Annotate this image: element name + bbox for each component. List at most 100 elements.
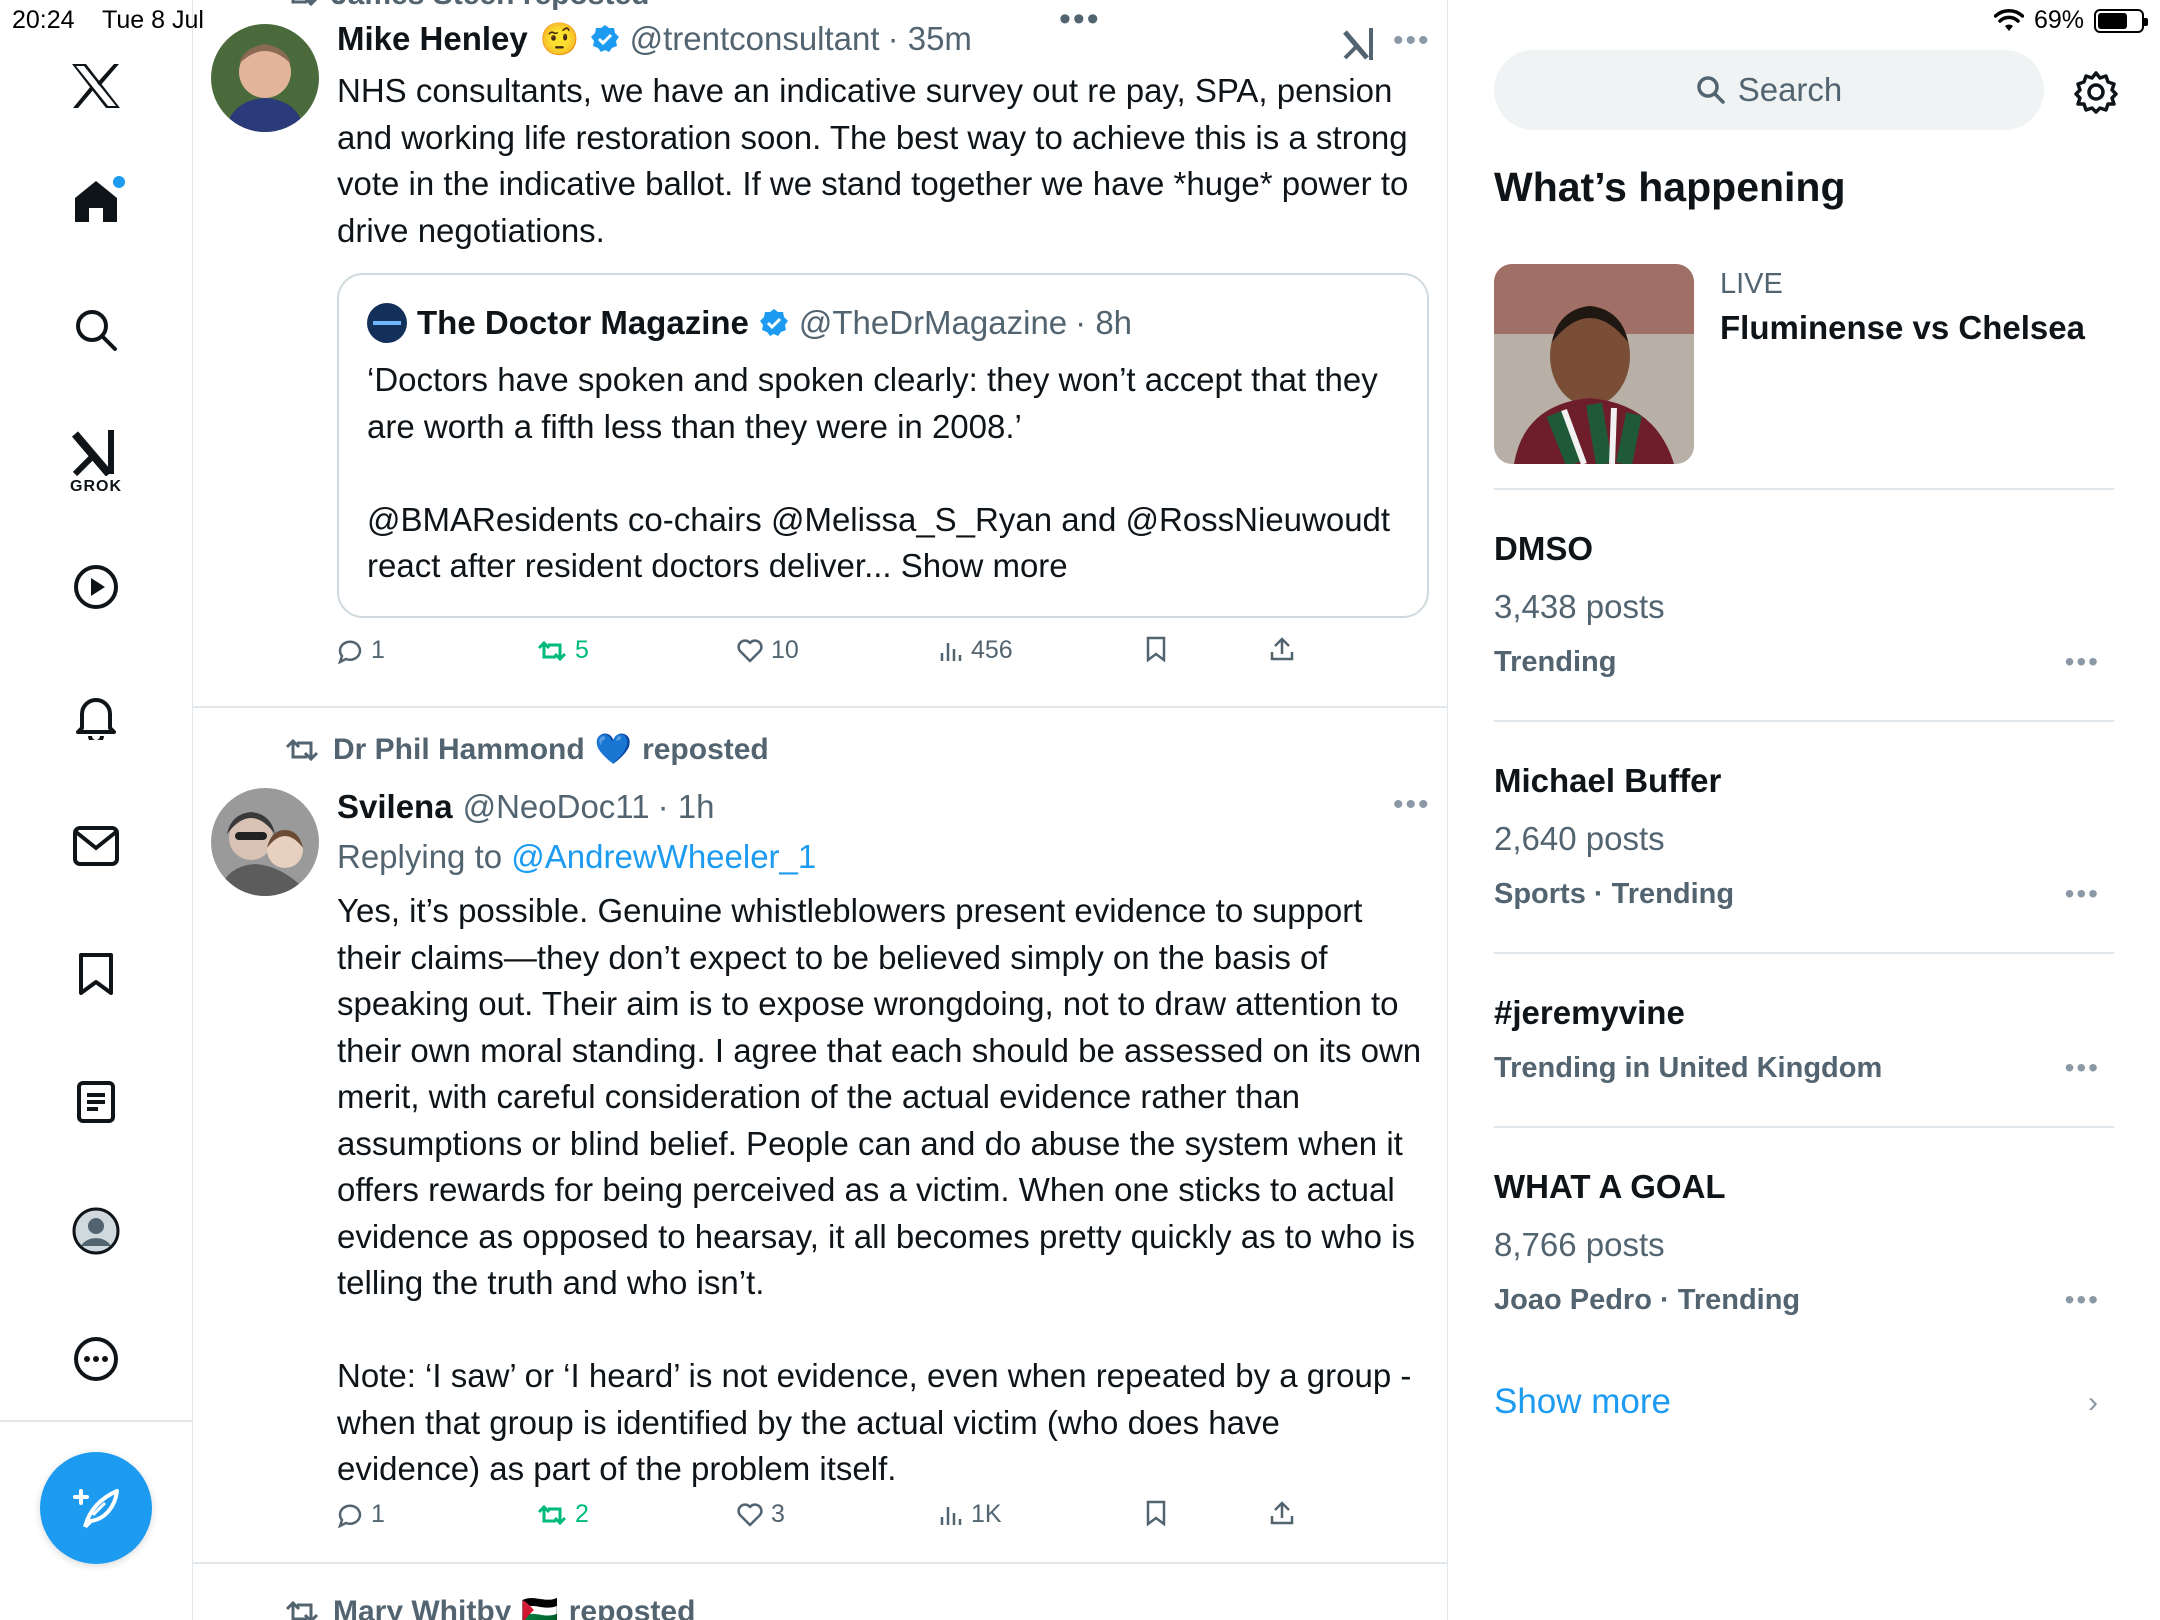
post-svilena[interactable]: Dr Phil Hammond 💙 reposted Svilena @NeoD… [193,708,1447,1562]
status-right: 69% [1993,6,2148,35]
bookmark-button[interactable] [1145,636,1167,662]
replying-prefix: Replying to [337,838,503,875]
trend-item[interactable]: DMSO 3,438 posts Trending ••• [1494,530,2114,680]
views-icon [940,642,962,661]
trend-post-count: 2,640 posts [1494,820,1665,857]
trend-options-icon[interactable]: ••• [2065,878,2100,910]
status-time: 20:24 [12,6,75,34]
battery-percent: 69% [2033,6,2084,34]
status-date: Tue 8 Jul [102,6,204,34]
bookmarks-icon[interactable] [78,952,114,996]
trend-post-count: 3,438 posts [1494,588,1665,625]
trend-meta: Joao Pedro · Trending [1494,1284,1801,1316]
post-options-icon[interactable]: ••• [1393,788,1431,822]
search-icon [1696,76,1725,104]
home-feed: James Steen reposted Mike Henley 🤨 @tren… [193,0,1448,1620]
trend-post-count: 8,766 posts [1494,1226,1665,1263]
share-icon [1270,637,1294,661]
live-event-card[interactable]: LIVE Fluminense vs Chelsea [1494,264,2114,464]
repost-icon [537,1504,567,1525]
notifications-icon[interactable] [74,694,118,740]
more-icon[interactable] [73,1336,119,1382]
post-actions: 1 2 3 1K [337,1500,1337,1540]
avatar[interactable] [211,788,319,896]
share-button[interactable] [1269,1500,1295,1526]
repost-by-emoji: 🇵🇸 [521,1595,559,1620]
trend-name: #jeremyvine [1494,994,1685,1031]
trend-divider [1494,488,2114,490]
home-notification-dot [113,176,125,188]
avatar[interactable] [211,24,319,132]
search-input[interactable]: Search [1494,50,2044,130]
live-label: LIVE [1720,268,1783,300]
views-button[interactable]: 1K [939,1500,1002,1529]
reply-icon [338,1503,362,1528]
quoted-post[interactable]: The Doctor Magazine @TheDrMagazine · 8h … [337,273,1429,618]
video-icon[interactable] [73,564,119,610]
trend-item[interactable]: WHAT A GOAL 8,766 posts Joao Pedro · Tre… [1494,1168,2114,1318]
repost-icon [285,738,319,761]
heart-icon [737,1502,763,1526]
trend-options-icon[interactable]: ••• [2065,646,2100,678]
trend-name: WHAT A GOAL [1494,1168,1726,1205]
like-button[interactable]: 10 [737,636,799,665]
post-mike-henley[interactable]: Mike Henley 🤨 @trentconsultant · 35m •••… [193,0,1447,707]
repost-count: 2 [575,1500,589,1528]
show-more-link[interactable]: Show more [1494,1382,1671,1422]
lists-icon[interactable] [76,1080,116,1124]
status-bar: 20:24 Tue 8 Jul 69% [0,0,2160,40]
search-placeholder: Search [1737,71,1843,108]
like-count: 10 [771,636,799,664]
trend-divider [1494,1126,2114,1128]
profile-icon[interactable] [71,1206,121,1256]
repost-count: 5 [575,636,589,664]
quote-time[interactable]: · 8h [1075,304,1132,342]
post-time[interactable]: · 1h [658,788,715,826]
compose-button[interactable] [40,1452,152,1564]
repost-by-name[interactable]: Mary Whitby [333,1595,511,1620]
repost-by-name[interactable]: Dr Phil Hammond [333,733,585,767]
wifi-icon [1993,8,2024,31]
trend-divider [1494,952,2114,954]
trend-options-icon[interactable]: ••• [2065,1052,2100,1084]
chevron-right-icon[interactable]: › [2088,1386,2098,1420]
reply-button[interactable]: 1 [337,636,385,665]
repost-button[interactable]: 2 [537,1500,589,1529]
live-title: Fluminense vs Chelsea [1720,309,2085,346]
trend-name: Michael Buffer [1494,762,1722,799]
reply-count: 1 [371,1500,385,1528]
settings-button[interactable] [2074,70,2118,119]
trend-item[interactable]: #jeremyvine Trending in United Kingdom •… [1494,994,2114,1084]
home-icon[interactable] [73,176,125,224]
repost-line[interactable]: Mary Whitby 🇵🇸 reposted [285,1594,695,1620]
trend-item[interactable]: Michael Buffer 2,640 posts Sports · Tren… [1494,762,2114,912]
like-count: 3 [771,1500,785,1528]
quote-avatar[interactable] [367,303,407,343]
trend-meta: Trending [1494,646,1617,678]
x-logo-icon[interactable] [70,62,122,110]
heart-icon [737,638,763,662]
repost-button[interactable]: 5 [537,636,589,665]
grok-icon[interactable]: GROK [70,428,122,496]
quote-author-handle[interactable]: @TheDrMagazine [799,304,1067,342]
repost-line[interactable]: Dr Phil Hammond 💙 reposted [285,732,769,767]
author-name[interactable]: Svilena [337,788,453,826]
left-nav: GROK [0,0,193,1620]
author-handle[interactable]: @NeoDoc11 [463,788,650,826]
post-text: Yes, it’s possible. Genuine whistleblowe… [337,892,1422,1487]
quote-author-name[interactable]: The Doctor Magazine [417,304,749,342]
reply-button[interactable]: 1 [337,1500,385,1529]
trend-options-icon[interactable]: ••• [2065,1284,2100,1316]
views-button[interactable]: 456 [939,636,1013,665]
messages-icon[interactable] [73,826,119,866]
replying-to-link[interactable]: @AndrewWheeler_1 [511,838,816,875]
bookmark-button[interactable] [1145,1500,1167,1526]
explore-icon[interactable] [74,308,118,352]
replying-to: Replying to @AndrewWheeler_1 [337,838,816,876]
post-divider [193,1562,1447,1564]
battery-icon [2094,8,2148,33]
like-button[interactable]: 3 [737,1500,785,1529]
reply-icon [338,639,362,664]
share-button[interactable] [1269,636,1295,662]
repost-suffix: reposted [642,732,769,766]
